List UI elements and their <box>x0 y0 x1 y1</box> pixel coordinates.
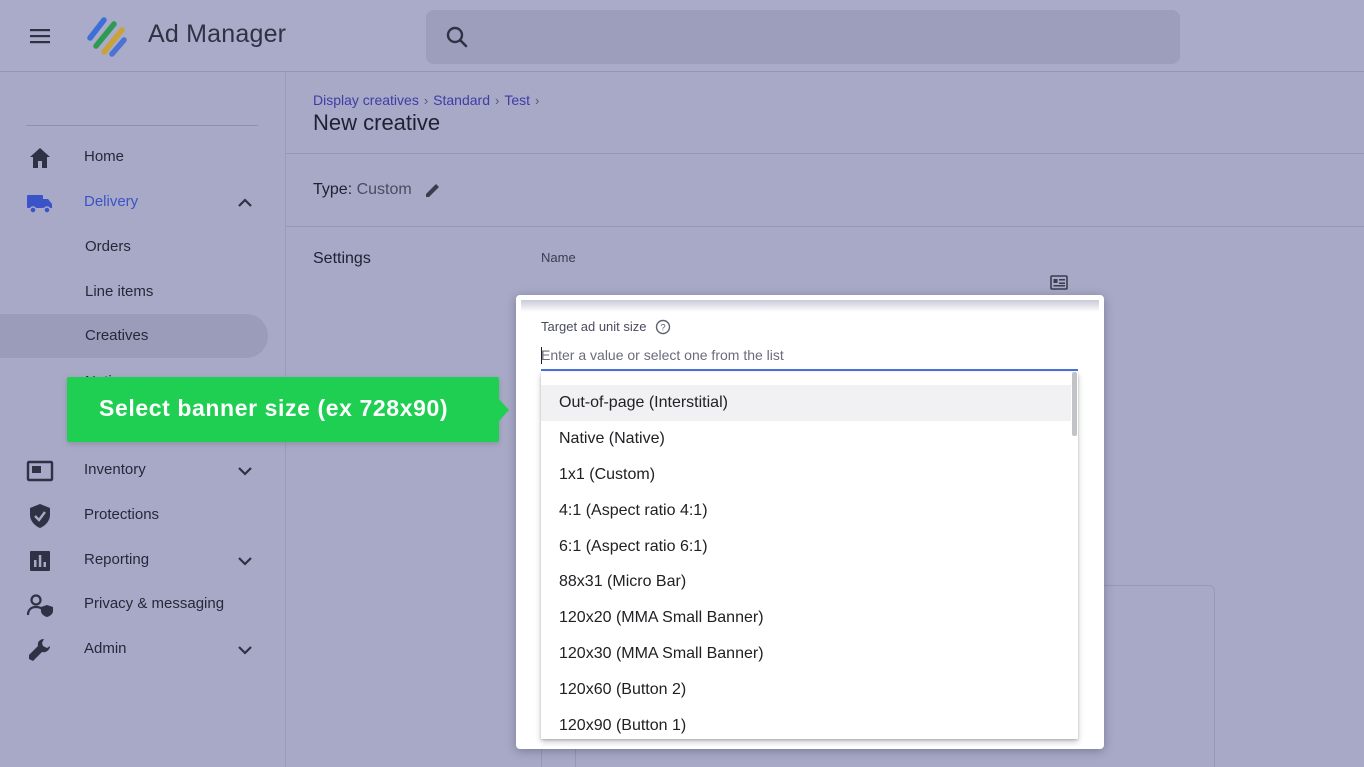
sidebar-item-inventory[interactable]: Inventory <box>0 448 286 492</box>
home-icon <box>30 148 50 168</box>
dropdown-option[interactable]: Out-of-page (Interstitial) <box>541 385 1071 421</box>
inventory-icon <box>26 460 54 482</box>
truck-icon <box>27 195 52 214</box>
sidebar-item-admin[interactable]: Admin <box>0 627 286 671</box>
dropdown-option[interactable]: 6:1 (Aspect ratio 6:1) <box>541 529 1071 565</box>
app-title: Ad Manager <box>148 20 287 48</box>
dropdown-option[interactable]: 120x90 (Button 1) <box>541 708 1071 739</box>
divider <box>286 226 1364 227</box>
sidebar-item-label: Privacy & messaging <box>84 595 225 612</box>
breadcrumb-chevron-icon: › <box>495 93 500 108</box>
chevron-down-icon[interactable] <box>234 550 256 572</box>
dropdown-option[interactable]: 120x20 (MMA Small Banner) <box>541 600 1071 636</box>
callout-text: Select banner size (ex 728x90) <box>99 395 449 421</box>
type-row: Type: Custom <box>313 181 412 199</box>
bar-chart-icon <box>30 551 50 571</box>
sidebar-item-label: Protections <box>84 506 160 523</box>
chevron-down-icon[interactable] <box>234 639 256 661</box>
wrench-icon <box>29 639 50 661</box>
type-value: Custom <box>356 181 412 198</box>
ad-unit-size-input[interactable] <box>541 341 1078 371</box>
ad-unit-size-dialog: Target ad unit size ? Out-of-page (Inter… <box>516 295 1104 749</box>
ad-manager-logo-icon <box>84 14 130 60</box>
breadcrumb-test[interactable]: Test <box>504 92 530 108</box>
sidebar-item-label: Reporting <box>84 551 150 568</box>
dropdown-option[interactable]: 4:1 (Aspect ratio 4:1) <box>541 493 1071 529</box>
breadcrumb-standard[interactable]: Standard <box>433 92 490 108</box>
person-shield-icon <box>26 594 53 617</box>
svg-text:?: ? <box>660 323 665 334</box>
type-label: Type: <box>313 181 353 198</box>
search-bar[interactable] <box>426 10 1180 64</box>
dropdown-option[interactable]: 120x60 (Button 2) <box>541 672 1071 708</box>
dropdown-option[interactable]: 120x30 (MMA Small Banner) <box>541 636 1071 672</box>
breadcrumb-display-creatives[interactable]: Display creatives <box>313 92 419 108</box>
settings-section-label: Settings <box>313 250 371 267</box>
contact-card-icon[interactable] <box>1050 275 1068 290</box>
sidebar-item-label: Home <box>84 148 125 165</box>
breadcrumb-chevron-icon: › <box>423 93 429 108</box>
sidebar-item-protections[interactable]: Protections <box>0 493 286 537</box>
page-title: New creative <box>313 110 441 135</box>
dialog-header-shadow <box>521 300 1099 312</box>
target-ad-unit-size-label: Target ad unit size <box>541 319 647 334</box>
sidebar-divider <box>26 125 258 126</box>
hamburger-menu-icon <box>30 29 50 44</box>
ad-size-dropdown-list[interactable]: Out-of-page (Interstitial) Native (Nativ… <box>541 372 1078 739</box>
edit-pencil-icon[interactable] <box>424 181 442 199</box>
shield-icon <box>30 504 50 528</box>
dropdown-option[interactable]: Native (Native) <box>541 421 1071 457</box>
sidebar-item-delivery[interactable]: Delivery <box>0 180 286 224</box>
chevron-down-icon[interactable] <box>234 460 256 482</box>
sidebar-item-line-items[interactable]: Line items <box>0 270 268 314</box>
breadcrumb-chevron-icon: › <box>535 93 540 108</box>
breadcrumb: Display creatives › Standard › Test › <box>313 92 544 108</box>
sidebar-item-label: Orders <box>85 238 131 255</box>
sidebar-item-privacy-messaging[interactable]: Privacy & messaging <box>0 582 286 626</box>
sidebar-item-home[interactable]: Home <box>0 135 286 179</box>
sidebar-item-label: Line items <box>85 283 154 300</box>
instruction-callout: Select banner size (ex 728x90) <box>67 377 509 442</box>
menu-button[interactable] <box>22 18 58 54</box>
sidebar-item-creatives[interactable]: Creatives <box>0 314 268 358</box>
sidebar-item-label: Delivery <box>84 193 139 210</box>
search-icon <box>446 26 468 48</box>
dropdown-option[interactable]: 88x31 (Micro Bar) <box>541 564 1071 600</box>
text-caret <box>541 347 542 364</box>
dropdown-option[interactable]: 1x1 (Custom) <box>541 457 1071 493</box>
dropdown-scrollbar[interactable] <box>1072 372 1077 436</box>
sidebar-item-orders[interactable]: Orders <box>0 225 268 269</box>
name-field-label: Name <box>541 250 576 265</box>
sidebar-item-label: Admin <box>84 640 127 657</box>
chevron-up-icon[interactable] <box>234 192 256 214</box>
top-bar: Ad Manager <box>0 0 1364 72</box>
help-circle-icon[interactable]: ? <box>655 319 671 335</box>
sidebar-item-reporting[interactable]: Reporting <box>0 538 286 582</box>
sidebar-item-label: Creatives <box>85 327 149 344</box>
sidebar-item-label: Inventory <box>84 461 146 478</box>
divider <box>286 153 1364 154</box>
